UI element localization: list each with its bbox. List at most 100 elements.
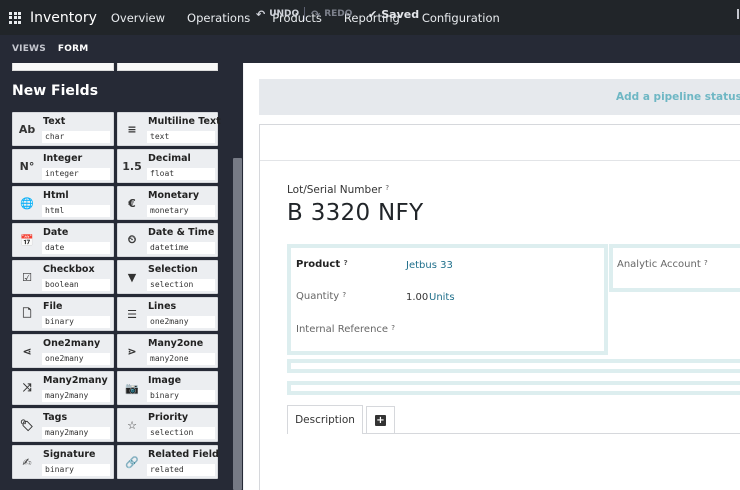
product-label: Product ? bbox=[296, 259, 348, 270]
field-card-label: Tags bbox=[43, 412, 68, 423]
link-icon: 🔗 bbox=[125, 455, 139, 469]
field-card-type: boolean bbox=[42, 279, 110, 291]
internal-ref-help-icon[interactable]: ? bbox=[391, 324, 395, 332]
saved-indicator: ✔ Saved bbox=[368, 0, 419, 28]
checkbox-icon: ☑ bbox=[22, 270, 32, 284]
app-name[interactable]: Inventory bbox=[30, 10, 97, 26]
field-card-binary-18[interactable]: ✍ Signature binary bbox=[12, 445, 114, 479]
field-card-label: Checkbox bbox=[43, 264, 95, 275]
quantity-value[interactable]: 1.00 bbox=[406, 292, 428, 303]
field-card-type: binary bbox=[147, 390, 215, 402]
decimal-icon: 1.5 bbox=[122, 159, 142, 173]
field-card-type: date bbox=[42, 242, 110, 254]
paragraph-icon: ≡ bbox=[127, 122, 137, 136]
caret-down-icon: ▼ bbox=[127, 270, 137, 284]
field-card-float-3[interactable]: 1.5 Decimal float bbox=[117, 149, 218, 183]
field-card-integer-2[interactable]: N° Integer integer bbox=[12, 149, 114, 183]
add-statusbar-hint[interactable]: Add a pipeline status bar bbox=[616, 91, 740, 103]
studio-toolbar: VIEWS FORM bbox=[0, 35, 740, 63]
many2one-icon: ⋗ bbox=[127, 344, 137, 358]
check-icon: ✔ bbox=[368, 7, 378, 21]
product-label-text: Product bbox=[296, 259, 341, 270]
field-card-html-4[interactable]: 🌐 Html html bbox=[12, 186, 114, 220]
field-card-datetime-7[interactable]: ⏲ Date & Time datetime bbox=[117, 223, 218, 257]
apps-menu-icon[interactable] bbox=[0, 0, 30, 35]
quantity-help-icon[interactable]: ? bbox=[342, 291, 346, 299]
toolbar-divider bbox=[304, 7, 305, 21]
quantity-unit[interactable]: Units bbox=[429, 292, 455, 303]
lot-help-icon[interactable]: ? bbox=[385, 184, 389, 192]
field-card-label: Integer bbox=[43, 153, 83, 164]
random-icon: ⤨ bbox=[22, 381, 32, 394]
field-card-label: Date bbox=[43, 227, 69, 238]
field-card-boolean-8[interactable]: ☑ Checkbox boolean bbox=[12, 260, 114, 294]
redo-label: REDO bbox=[324, 9, 353, 19]
field-card-type: binary bbox=[42, 316, 110, 328]
field-card-label: Text bbox=[43, 116, 66, 127]
analytic-help-icon[interactable]: ? bbox=[704, 259, 708, 267]
field-card-label: Decimal bbox=[148, 153, 191, 164]
menu-operations[interactable]: Operations bbox=[187, 11, 250, 25]
product-value[interactable]: Jetbus 33 bbox=[406, 260, 453, 271]
field-card-related-19[interactable]: 🔗 Related Field related bbox=[117, 445, 219, 479]
sheet-header-divider bbox=[260, 160, 740, 161]
field-card-label: Selection bbox=[148, 264, 198, 275]
field-card-many2many-16[interactable]: 🏷 Tags many2many bbox=[12, 408, 114, 442]
field-card-many2one-13[interactable]: ⋗ Many2one many2one bbox=[117, 334, 218, 368]
field-card-selection-17[interactable]: ☆ Priority selection bbox=[117, 408, 218, 442]
field-card-monetary-5[interactable]: € Monetary monetary bbox=[117, 186, 218, 220]
field-card-many2many-14[interactable]: ⤨ Many2many many2many bbox=[12, 371, 114, 405]
camera-icon: 📷 bbox=[125, 381, 139, 395]
field-card-selection-9[interactable]: ▼ Selection selection bbox=[117, 260, 218, 294]
field-card-label: Image bbox=[148, 375, 182, 386]
menu-overview[interactable]: Overview bbox=[111, 11, 165, 25]
lot-serial-value[interactable]: B 3320 NFY bbox=[287, 200, 423, 226]
field-card-date-6[interactable]: 📅 Date date bbox=[12, 223, 114, 257]
field-card-type: selection bbox=[147, 279, 215, 291]
lot-serial-label: Lot/Serial Number ? bbox=[287, 184, 389, 196]
field-card-label: Related Field bbox=[148, 449, 219, 460]
group-hook-band-1[interactable] bbox=[287, 359, 740, 373]
field-card-text-1[interactable]: ≡ Multiline Text text bbox=[117, 112, 221, 146]
field-card-one2many-12[interactable]: ⋖ One2many one2many bbox=[12, 334, 114, 368]
studio-sidebar: New Fields Ab Text char ≡ Multiline Text text… bbox=[0, 63, 231, 490]
list-icon: ☰ bbox=[127, 307, 137, 321]
field-card-label: Priority bbox=[148, 412, 189, 423]
field-card-char-0[interactable]: Ab Text char bbox=[12, 112, 114, 146]
field-card-type: html bbox=[42, 205, 110, 217]
sidebar-scrollbar-thumb[interactable] bbox=[233, 158, 242, 490]
number-icon: N° bbox=[19, 159, 35, 173]
menu-configuration[interactable]: Configuration bbox=[422, 11, 500, 25]
field-card-type: binary bbox=[42, 464, 110, 476]
field-card-label: Monetary bbox=[148, 190, 200, 201]
field-card-one2many-11[interactable]: ☰ Lines one2many bbox=[117, 297, 218, 331]
file-icon: 🗋 bbox=[22, 306, 32, 320]
share-icon: ⋖ bbox=[22, 344, 32, 358]
field-card-type: related bbox=[147, 464, 215, 476]
field-card-binary-15[interactable]: 📷 Image binary bbox=[117, 371, 218, 405]
field-card-type: integer bbox=[42, 168, 110, 180]
field-card-label: Multiline Text bbox=[148, 116, 221, 127]
field-card-type: one2many bbox=[147, 316, 215, 328]
undo-button[interactable]: ↶ UNDO bbox=[256, 0, 299, 28]
quantity-label: Quantity ? bbox=[296, 291, 346, 302]
add-tab-button[interactable]: + bbox=[366, 406, 395, 434]
field-card-label: Signature bbox=[43, 449, 96, 460]
field-card-label: Many2one bbox=[148, 338, 204, 349]
tab-form[interactable]: FORM bbox=[58, 44, 89, 54]
field-card-type: text bbox=[147, 131, 215, 143]
analytic-account-label-text: Analytic Account bbox=[617, 259, 701, 270]
redo-button[interactable]: ↷ REDO bbox=[311, 0, 352, 28]
globe-icon: 🌐 bbox=[20, 196, 34, 210]
calendar-icon: 📅 bbox=[20, 233, 34, 247]
tag-icon: 🏷 bbox=[20, 418, 34, 432]
field-card-binary-10[interactable]: 🗋 File binary bbox=[12, 297, 114, 331]
undo-icon: ↶ bbox=[256, 7, 266, 21]
group-hook-band-2[interactable] bbox=[287, 381, 740, 395]
field-card-type: many2many bbox=[42, 427, 110, 439]
tab-description[interactable]: Description bbox=[287, 405, 363, 434]
undo-label: UNDO bbox=[269, 9, 300, 19]
field-card-type: one2many bbox=[42, 353, 110, 365]
tab-views[interactable]: VIEWS bbox=[12, 44, 46, 54]
product-help-icon[interactable]: ? bbox=[344, 259, 348, 267]
